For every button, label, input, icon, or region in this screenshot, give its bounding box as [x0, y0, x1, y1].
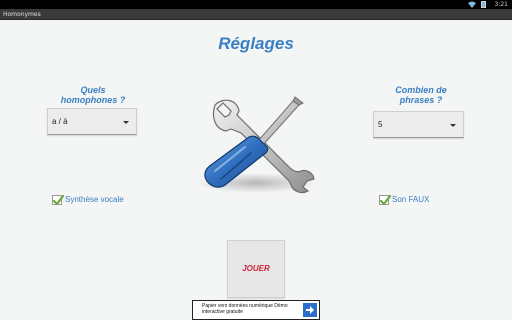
play-button-label: JOUER [242, 264, 270, 273]
status-clock: 3:21 [494, 1, 508, 8]
app-title-bar: Homonymes [0, 9, 512, 20]
homophones-selected-value: a / à [52, 117, 68, 126]
ad-banner[interactable]: Papier vers données numérique Démo inter… [192, 300, 320, 320]
checkbox-box [52, 194, 65, 206]
phrases-count-dropdown[interactable]: 5 [373, 111, 464, 138]
play-button[interactable]: JOUER [227, 240, 285, 298]
checkbox-box [379, 194, 392, 206]
page-title: Réglages [218, 34, 294, 53]
homophones-question-label: Quels homophones ? [60, 85, 126, 105]
chevron-down-icon [123, 121, 129, 124]
homophones-dropdown[interactable]: a / à [47, 108, 137, 135]
checkmark-icon [52, 194, 65, 206]
synthese-vocale-label: Synthèse vocale [65, 195, 124, 204]
wifi-icon [468, 1, 476, 8]
ad-open-button[interactable] [303, 303, 317, 317]
ad-text: Papier vers données numérique Démo inter… [202, 303, 288, 315]
wrench-screwdriver-icon [196, 96, 316, 194]
son-faux-label: Son FAUX [392, 195, 430, 204]
status-bar: 3:21 [0, 0, 512, 9]
battery-icon [481, 1, 486, 8]
phrases-question-label: Combien de phrases ? [395, 85, 447, 105]
checkmark-icon [379, 194, 392, 206]
arrow-right-icon [306, 306, 314, 314]
app-title: Homonymes [3, 11, 41, 18]
phrases-selected-value: 5 [378, 120, 383, 129]
chevron-down-icon [450, 124, 456, 127]
